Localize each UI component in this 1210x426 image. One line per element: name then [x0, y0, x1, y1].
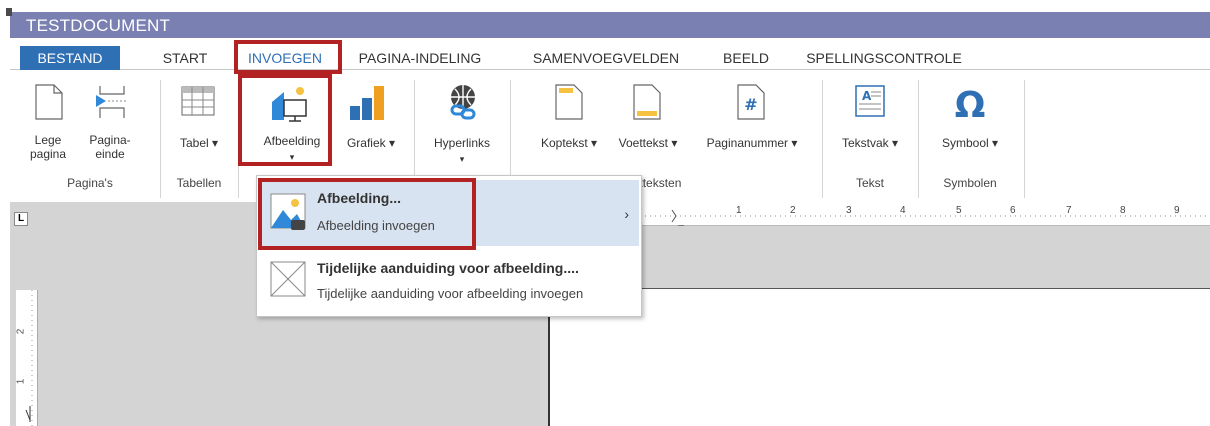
header-icon [555, 84, 583, 120]
svg-text:Ω: Ω [955, 85, 986, 120]
h-ruler-number: 5 [956, 205, 962, 216]
page-break-label-1: Pagina- [89, 133, 131, 147]
hyperlinks-button[interactable]: Hyperlinks ▾ [420, 84, 504, 170]
vertical-ruler-ticks [25, 290, 33, 426]
group-label-tekst: Tekst [855, 176, 884, 190]
page-break-label-2: einde [95, 147, 125, 161]
window-corner [6, 8, 12, 16]
menu-item-subtitle: Afbeelding invoegen [317, 218, 435, 233]
horizontal-ruler[interactable]: 1 2 3 4 5 6 7 8 9 [640, 202, 1210, 227]
table-icon [181, 86, 215, 116]
window-title: TESTDOCUMENT [26, 16, 171, 35]
group-separator [238, 80, 239, 198]
header-label: Koptekst ▾ [540, 136, 598, 150]
page-number-icon: # [737, 84, 765, 120]
tab-spellingscontrole[interactable]: SPELLINGSCONTROLE [794, 46, 974, 70]
menu-item-placeholder[interactable]: Tijdelijke aanduiding voor afbeelding...… [261, 250, 639, 314]
h-ruler-number: 4 [900, 205, 906, 216]
group-separator [822, 80, 823, 198]
textbox-icon: A [855, 85, 885, 117]
picture-label: Afbeelding [263, 134, 321, 148]
menu-item-title: Tijdelijke aanduiding voor afbeelding...… [317, 260, 579, 276]
group-label-symbolen: Symbolen [943, 176, 997, 190]
group-separator [160, 80, 161, 198]
placeholder-icon [270, 261, 306, 297]
menu-item-subtitle: Tijdelijke aanduiding voor afbeelding in… [317, 286, 584, 301]
picture-insert-icon [270, 193, 306, 230]
svg-text:A: A [862, 89, 872, 103]
h-ruler-number: 9 [1174, 205, 1180, 216]
submenu-chevron-icon: › [624, 206, 629, 222]
tab-beeld[interactable]: BEELD [712, 46, 780, 70]
textbox-label: Tekstvak ▾ [841, 136, 899, 150]
tab-stop-selector[interactable]: L [14, 212, 28, 226]
chart-icon [350, 86, 384, 120]
chart-label: Grafiek ▾ [346, 136, 396, 150]
tab-start[interactable]: START [152, 46, 218, 70]
page-break-button[interactable]: Pagina- einde [80, 84, 140, 164]
omega-icon: Ω [955, 85, 986, 120]
textbox-button[interactable]: A Tekstvak ▾ [828, 84, 912, 164]
menu-item-afbeelding[interactable]: Afbeelding... Afbeelding invoegen › [261, 180, 639, 246]
h-ruler-number: 3 [846, 205, 852, 216]
page-break-icon [96, 86, 126, 118]
footer-label: Voettekst ▾ [618, 136, 678, 150]
symbol-label: Symbool ▾ [941, 136, 999, 150]
symbol-button[interactable]: Ω Symbool ▾ [924, 84, 1016, 164]
hyperlinks-label: Hyperlinks [433, 136, 490, 150]
page-number-label: Paginanummer ▾ [706, 136, 798, 150]
h-ruler-number: 6 [1010, 205, 1016, 216]
picture-caret: ▾ [289, 152, 295, 162]
blank-page-label-2: pagina [29, 147, 67, 161]
v-ruler-number: 2 [15, 328, 27, 335]
hyperlink-icon [450, 85, 476, 120]
page-top-edge [640, 288, 1210, 289]
header-button[interactable]: Koptekst ▾ [532, 84, 606, 164]
hyperlinks-caret: ▾ [459, 154, 465, 164]
picture-dropdown-menu: Afbeelding... Afbeelding invoegen › Tijd… [256, 175, 642, 317]
h-ruler-number: 7 [1066, 205, 1072, 216]
group-separator [918, 80, 919, 198]
tab-bestand[interactable]: BESTAND [20, 46, 120, 70]
group-label-paginas: Pagina's [67, 176, 113, 190]
tab-pagina-indeling[interactable]: PAGINA-INDELING [344, 46, 496, 70]
chart-button[interactable]: Grafiek ▾ [336, 84, 406, 164]
v-ruler-number: 1 [15, 378, 27, 385]
footer-icon [633, 84, 661, 120]
h-ruler-number: 1 [736, 205, 742, 216]
blank-page-button[interactable]: Lege pagina [26, 84, 70, 164]
vertical-ruler[interactable]: 2 1 [15, 290, 38, 426]
picture-icon [272, 87, 307, 122]
h-ruler-number: 8 [1120, 205, 1126, 216]
blank-page-label-1: Lege [34, 133, 62, 147]
title-bar: TESTDOCUMENT [6, 8, 1210, 38]
blank-page-icon [35, 84, 63, 120]
tab-invoegen[interactable]: INVOEGEN [237, 46, 333, 70]
h-ruler-number: 2 [790, 205, 796, 216]
group-label-tabellen: Tabellen [176, 176, 222, 190]
ribbon-tabs: BESTAND START INVOEGEN PAGINA-INDELING S… [10, 46, 1210, 70]
svg-text:#: # [744, 95, 757, 114]
page-gap [550, 226, 1210, 288]
picture-button[interactable]: Afbeelding ▾ [244, 82, 340, 168]
menu-item-title: Afbeelding... [317, 190, 401, 206]
group-separator [1024, 80, 1025, 198]
footer-button[interactable]: Voettekst ▾ [606, 84, 690, 164]
tab-samenvoegvelden[interactable]: SAMENVOEGVELDEN [518, 46, 694, 70]
page-number-button[interactable]: # Paginanummer ▾ [690, 84, 814, 164]
table-label: Tabel ▾ [179, 136, 219, 150]
table-button[interactable]: Tabel ▾ [168, 84, 230, 164]
